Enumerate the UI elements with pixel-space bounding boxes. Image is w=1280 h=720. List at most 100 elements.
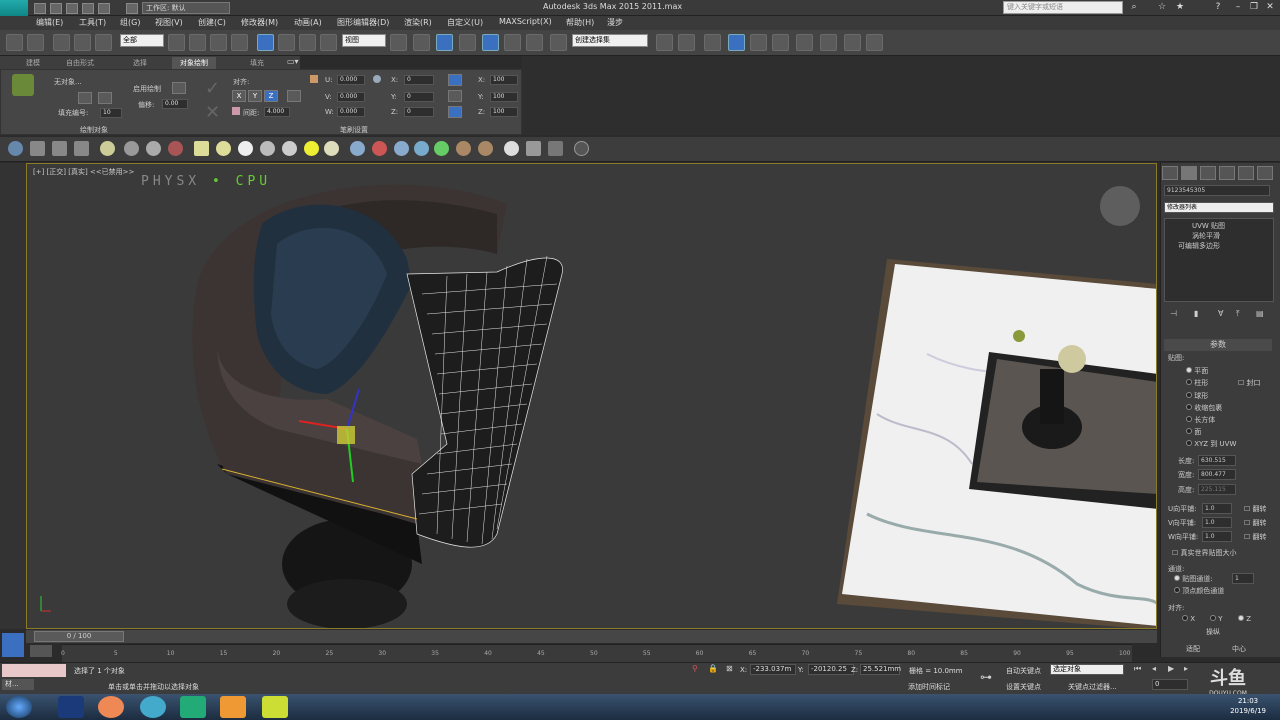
scale-x-field[interactable]: 100 [490,75,518,85]
keyboard-shortcut-toggle-icon[interactable] [436,34,453,51]
bind-spacewarp-icon[interactable] [95,34,112,51]
scale-icon[interactable] [299,34,316,51]
align-x-radio[interactable]: X [1182,615,1195,623]
scale-mode-icon[interactable] [448,90,462,102]
menu-create[interactable]: 创建(C) [198,17,226,28]
rotate-x-field[interactable]: 0 [404,75,434,85]
vertex-color-radio[interactable]: 顶点颜色通道 [1174,586,1224,596]
render-production-icon[interactable] [866,34,883,51]
graphite-toggle-icon[interactable] [728,34,745,51]
mini-curve-editor-icon[interactable] [2,633,24,657]
percent-snap-icon[interactable] [504,34,521,51]
named-selection-dropdown[interactable]: 创建选择集 [572,34,648,47]
unlink-icon[interactable] [74,34,91,51]
menu-help[interactable]: 帮助(H) [566,17,594,28]
lock-icon[interactable]: 🔒 [708,664,718,673]
menu-graph-editors[interactable]: 图形编辑器(D) [337,17,389,28]
save-icon[interactable] [66,3,78,14]
light-icon[interactable] [100,141,115,156]
tab-populate[interactable]: 填充 [242,57,272,69]
add-time-tag[interactable]: 添加时间标记 [908,682,950,692]
configure-sets-icon[interactable]: ▤ [1256,309,1264,318]
camera-icon[interactable] [124,141,139,156]
photoshop-icon[interactable] [58,696,84,718]
render-setup-icon[interactable] [820,34,837,51]
fill-number-field[interactable]: 10 [100,108,122,118]
rotate-icon[interactable] [278,34,295,51]
z-coordinate-field[interactable]: 25.521mm [860,664,901,675]
absolute-mode-icon[interactable]: ⊠ [726,664,733,673]
sun-icon[interactable] [304,141,319,156]
hierarchy-tab-icon[interactable] [1200,166,1216,180]
3dsmax-icon[interactable] [180,696,206,718]
time-slider[interactable] [26,630,1157,643]
no-object-label[interactable]: 无对象... [54,77,82,87]
floppy-icon[interactable] [30,141,45,156]
paint-toggle-icon[interactable] [172,82,186,94]
v-flip-checkbox[interactable]: ☐ 翻转 [1244,518,1267,528]
stack-item-turbosmooth[interactable]: 涡轮平滑 [1172,231,1220,241]
place-icon[interactable] [320,34,337,51]
help-icon[interactable]: ? [1212,2,1224,13]
remove-modifier-icon[interactable]: ⤒ [1236,309,1240,319]
cone-icon[interactable] [282,141,297,156]
w-field[interactable]: 0.000 [337,107,365,117]
menu-group[interactable]: 组(G) [120,17,140,28]
close-button[interactable]: ✕ [1264,2,1276,13]
menu-edit[interactable]: 编辑(E) [36,17,63,28]
play-icon[interactable]: ▶ [1168,664,1174,673]
maxscript-listener[interactable] [2,664,66,677]
width-field[interactable]: 800.477 [1198,469,1236,480]
list-icon[interactable] [52,141,67,156]
map-channel-field[interactable]: 1 [1232,573,1254,584]
menu-modifiers[interactable]: 修改器(M) [241,17,278,28]
key-icon[interactable]: ⊶ [980,670,992,684]
rendered-frame-icon[interactable] [844,34,861,51]
fur-icon[interactable] [478,141,493,156]
axis-x-button[interactable]: X [232,90,246,102]
tab-modeling[interactable]: 建模 [18,57,48,69]
set-key-button[interactable]: 设置关键点 [1006,682,1041,692]
mapping-cylindrical[interactable]: 柱形 [1186,378,1208,388]
mapping-shrink-wrap[interactable]: 收缩包裹 [1186,403,1222,413]
display-tab-icon[interactable] [1238,166,1254,180]
y-coordinate-field[interactable]: -20120.25 [808,664,854,675]
parameters-rollout[interactable]: 参数 [1164,339,1272,351]
tab-object-paint[interactable]: 对象绘制 [172,57,216,69]
axis-z-button[interactable]: Z [264,90,278,102]
paintbrush-icon[interactable] [12,74,34,96]
dynamics-icon[interactable] [372,141,387,156]
start-button-icon[interactable] [6,696,32,718]
spacing-field[interactable]: 4.000 [264,107,290,117]
undo-icon[interactable] [82,3,94,14]
link-icon[interactable] [53,34,70,51]
edit-list-icon[interactable] [98,92,112,104]
material-editor-icon[interactable] [796,34,813,51]
utilities-tab-icon[interactable] [1257,166,1273,180]
window-crossing-icon[interactable] [231,34,248,51]
mesh-icon[interactable] [394,141,409,156]
mirror-icon[interactable] [656,34,673,51]
selection-filter-dropdown[interactable]: 全部 [120,34,164,47]
sphere-gizmo-icon[interactable] [146,141,161,156]
time-slider-handle[interactable]: 0 / 100 [34,631,124,642]
helper-icon[interactable] [168,141,183,156]
key-filters-button[interactable]: 关键点过滤器... [1068,682,1117,692]
cap-checkbox[interactable]: ☐ 封口 [1238,378,1261,388]
make-unique-icon[interactable]: ∀ [1218,309,1223,318]
motion-tab-icon[interactable] [1219,166,1235,180]
current-frame-field[interactable]: 0 [1152,679,1188,690]
hemisphere-icon[interactable] [216,141,231,156]
maxscript-mini[interactable]: 材... [2,679,34,690]
communication-icon[interactable]: ☆ [1156,2,1168,13]
render-sphere-icon[interactable] [504,141,519,156]
offset-field[interactable]: 0.00 [162,99,188,109]
ribbon-options-icon[interactable]: ▭▾ [287,57,299,66]
sphere-icon[interactable] [238,141,253,156]
curve-editor-icon[interactable] [750,34,767,51]
menu-tools[interactable]: 工具(T) [79,17,106,28]
sphere-blue-icon[interactable] [414,141,429,156]
menu-walk[interactable]: 漫步 [607,17,623,28]
u-tile-field[interactable]: 1.0 [1202,503,1232,514]
favorites-icon[interactable]: ★ [1174,2,1186,13]
